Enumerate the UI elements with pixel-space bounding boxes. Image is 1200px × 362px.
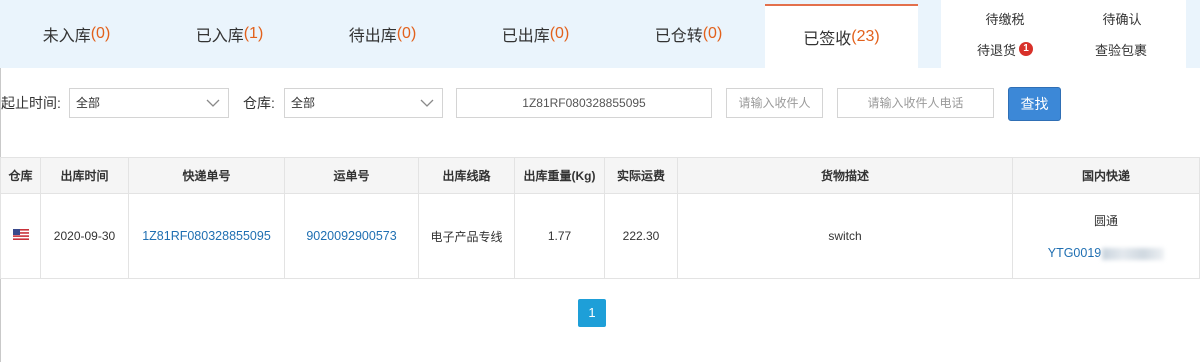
tab-count: (23)	[851, 28, 880, 45]
header-waybill-no: 运单号	[284, 157, 419, 194]
tab-count: (0)	[396, 25, 417, 42]
cell-description: switch	[677, 193, 1013, 279]
tab-count: (1)	[243, 25, 264, 42]
pagination-page-1[interactable]: 1	[578, 299, 606, 327]
tab-signed[interactable]: 已签收 (23)	[765, 4, 918, 68]
cell-waybill-no: 9020092900573	[284, 193, 419, 279]
cell-ship-date: 2020-09-30	[40, 193, 129, 279]
side-item-label: 待缴税	[985, 12, 1025, 27]
cell-express-no: 1Z81RF080328855095	[128, 193, 285, 279]
header-freight: 实际运费	[604, 157, 678, 194]
notification-badge: 1	[1019, 42, 1033, 56]
domestic-carrier-name: 圆通	[1093, 214, 1118, 228]
header-express-no: 快递单号	[128, 157, 285, 194]
waybill-no-link[interactable]: 9020092900573	[306, 229, 396, 243]
tab-count: (0)	[549, 25, 570, 42]
status-tab-bar: 未入库 (0) 已入库 (1) 待出库 (0) 已出库 (0) 已仓转 (0) 已签收 (2…	[0, 0, 1200, 68]
link-inspect-package[interactable]: 查验包裹	[1066, 43, 1176, 59]
warehouse-label: 仓库:	[243, 95, 275, 111]
tab-inbound[interactable]: 已入库 (1)	[153, 0, 306, 68]
table-row: 2020-09-30 1Z81RF080328855095 9020092900…	[0, 193, 1200, 279]
shipment-table: 仓库 出库时间 快递单号 运单号 出库线路 出库重量(Kg) 实际运费 货物描述…	[0, 157, 1200, 279]
redacted-tracking-blur	[1102, 247, 1165, 260]
tab-label: 未入库	[42, 28, 91, 45]
recipient-input[interactable]	[726, 88, 823, 118]
recipient-phone-input[interactable]	[837, 88, 994, 118]
tab-outbound[interactable]: 已出库 (0)	[459, 0, 612, 68]
table-header-row: 仓库 出库时间 快递单号 运单号 出库线路 出库重量(Kg) 实际运费 货物描述…	[0, 157, 1200, 194]
tracking-number-input[interactable]	[456, 88, 712, 118]
us-flag-icon	[12, 229, 29, 240]
header-route: 出库线路	[418, 157, 515, 194]
tab-count: (0)	[702, 25, 723, 42]
link-pending-return[interactable]: 待退货 1	[950, 42, 1060, 60]
express-no-link[interactable]: 1Z81RF080328855095	[142, 229, 271, 243]
domestic-tracking-link[interactable]: YTG0019	[1048, 246, 1102, 260]
tab-label: 已签收	[803, 31, 852, 48]
header-domestic-express: 国内快递	[1012, 157, 1200, 194]
chevron-down-icon	[206, 99, 220, 107]
date-range-select[interactable]: 全部	[69, 88, 229, 118]
header-description: 货物描述	[677, 157, 1013, 194]
tab-pending-outbound[interactable]: 待出库 (0)	[306, 0, 459, 68]
header-ship-date: 出库时间	[40, 157, 129, 194]
header-weight: 出库重量(Kg)	[514, 157, 605, 194]
header-warehouse: 仓库	[0, 157, 41, 194]
tab-not-inbound[interactable]: 未入库 (0)	[0, 0, 153, 68]
link-pending-confirm[interactable]: 待确认	[1067, 12, 1177, 28]
search-button[interactable]: 查找	[1008, 87, 1061, 121]
side-status-panel: 待缴税 待确认 待退货 1 查验包裹	[941, 0, 1186, 68]
date-range-label: 起止时间:	[1, 95, 61, 111]
cell-route: 电子产品专线	[418, 193, 515, 279]
chevron-down-icon	[420, 99, 434, 107]
tab-label: 已出库	[501, 28, 550, 45]
cell-warehouse	[0, 193, 41, 279]
cell-freight: 222.30	[604, 193, 678, 279]
side-item-label: 查验包裹	[1094, 43, 1147, 58]
tab-label: 待出库	[348, 28, 397, 45]
select-value: 全部	[291, 96, 316, 110]
tab-count: (0)	[90, 25, 111, 42]
tab-label: 已仓转	[654, 28, 703, 45]
tab-label: 已入库	[195, 28, 244, 45]
cell-domestic-express: 圆通 YTG0019	[1012, 193, 1200, 279]
link-pending-tax[interactable]: 待缴税	[950, 12, 1060, 28]
cell-weight: 1.77	[514, 193, 605, 279]
warehouse-select[interactable]: 全部	[284, 88, 443, 118]
tab-warehouse-transfer[interactable]: 已仓转 (0)	[612, 0, 765, 68]
select-value: 全部	[76, 96, 101, 110]
side-item-label: 待确认	[1102, 12, 1142, 27]
side-item-label: 待退货	[976, 43, 1016, 58]
